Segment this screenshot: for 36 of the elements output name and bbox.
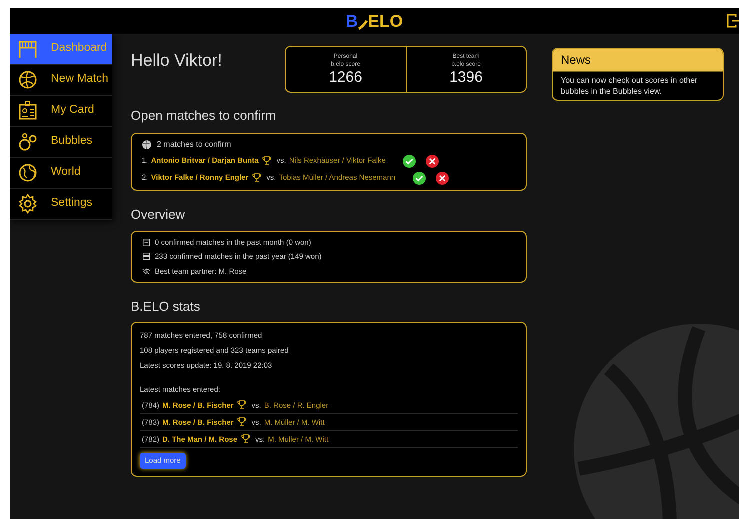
trophy-icon [262,156,272,166]
section-heading: B.ELO stats [131,298,202,316]
news-title: News [553,49,723,72]
logout-icon[interactable] [727,14,739,28]
sidebar-item[interactable]: Bubbles [10,127,112,158]
score-value: 1396 [450,68,483,86]
net-icon [18,39,38,59]
calendar-icon [142,238,151,248]
bubbles-icon [18,132,38,152]
logo: B ELO [346,12,404,30]
id-card-icon [18,101,38,121]
cross-icon[interactable] [436,172,449,184]
section-heading: Open matches to confirm [131,107,278,125]
trophy-icon [236,417,247,428]
score-value: 1266 [329,68,362,86]
sidebar-item[interactable]: World [10,158,112,189]
section-heading: Overview [131,206,186,224]
match-count: 2 matches to confirm [157,138,232,150]
sidebar-item[interactable]: Settings [10,189,112,220]
sidebar-item[interactable]: New Match [10,65,112,96]
calendar-icon [142,252,151,262]
trophy-icon [240,434,251,444]
settings-icon [18,194,38,214]
trophy-icon [236,400,247,410]
sidebar-item[interactable]: My Card [10,96,112,127]
check-icon[interactable] [412,172,426,184]
trophy-icon [252,173,262,183]
handshake-icon [142,266,151,276]
volleyball-icon [142,140,152,150]
swoosh-icon [358,20,368,30]
news-text: You can now check out scores in other bubbles in the Bubbles view. [560,75,699,98]
cross-icon[interactable] [426,154,439,168]
greeting: Hello Viktor! [131,50,222,72]
check-icon[interactable] [402,154,416,168]
volleyball-icon [18,70,38,90]
globe-icon [18,163,38,183]
